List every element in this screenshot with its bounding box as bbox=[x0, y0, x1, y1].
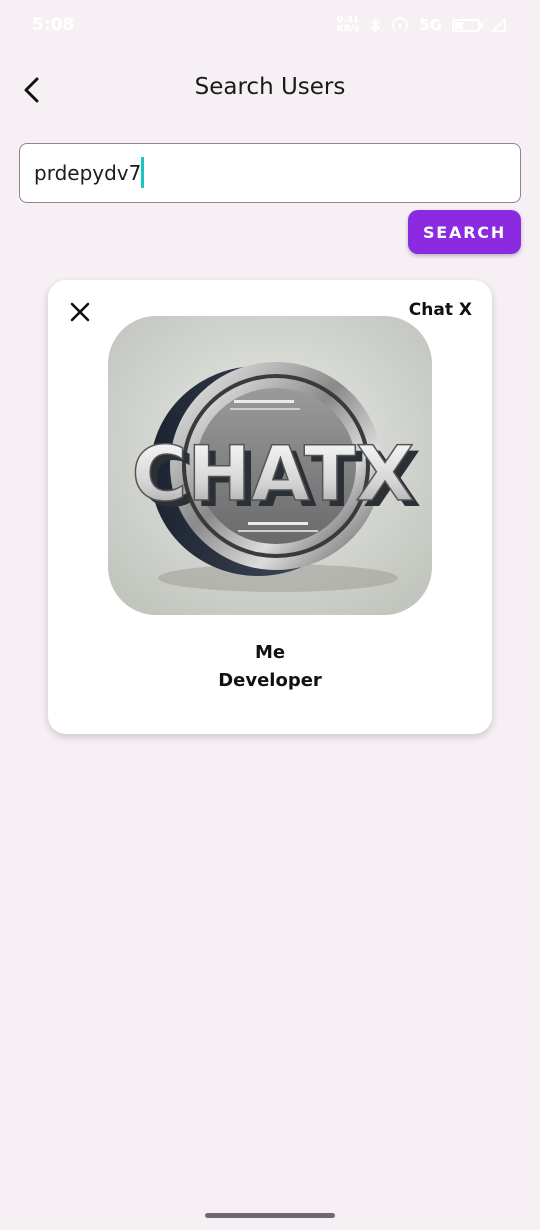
text-cursor bbox=[141, 157, 144, 188]
home-indicator[interactable] bbox=[205, 1213, 335, 1218]
hotspot-icon bbox=[392, 17, 408, 31]
network-speed: 0.31 KB/s bbox=[337, 16, 359, 34]
page-title: Search Users bbox=[194, 74, 346, 100]
status-icons: 0.31 KB/s 5G bbox=[337, 16, 508, 34]
logo-letters: CHATX bbox=[132, 429, 415, 518]
app-bar: Search Users bbox=[0, 60, 540, 120]
app-name-label: Chat X bbox=[408, 300, 472, 320]
status-time: 5:08 bbox=[32, 15, 75, 35]
close-button[interactable] bbox=[66, 298, 94, 326]
status-bar: 5:08 0.31 KB/s 5G bbox=[0, 0, 540, 50]
close-icon bbox=[70, 302, 90, 322]
network-speed-unit: KB/s bbox=[336, 24, 360, 34]
user-result-card[interactable]: Chat X CHATX CHATX Me Developer bbox=[48, 280, 492, 734]
search-button[interactable]: SEARCH bbox=[408, 210, 521, 254]
battery-icon bbox=[452, 18, 483, 32]
chatx-logo: CHATX CHATX bbox=[108, 316, 432, 615]
user-role: Developer bbox=[218, 670, 322, 691]
network-type: 5G bbox=[419, 16, 442, 34]
user-name: Me bbox=[254, 642, 286, 663]
search-input[interactable] bbox=[19, 143, 521, 203]
avatar: CHATX CHATX bbox=[108, 316, 432, 615]
signal-icon bbox=[491, 17, 506, 32]
bluetooth-icon bbox=[370, 17, 381, 33]
